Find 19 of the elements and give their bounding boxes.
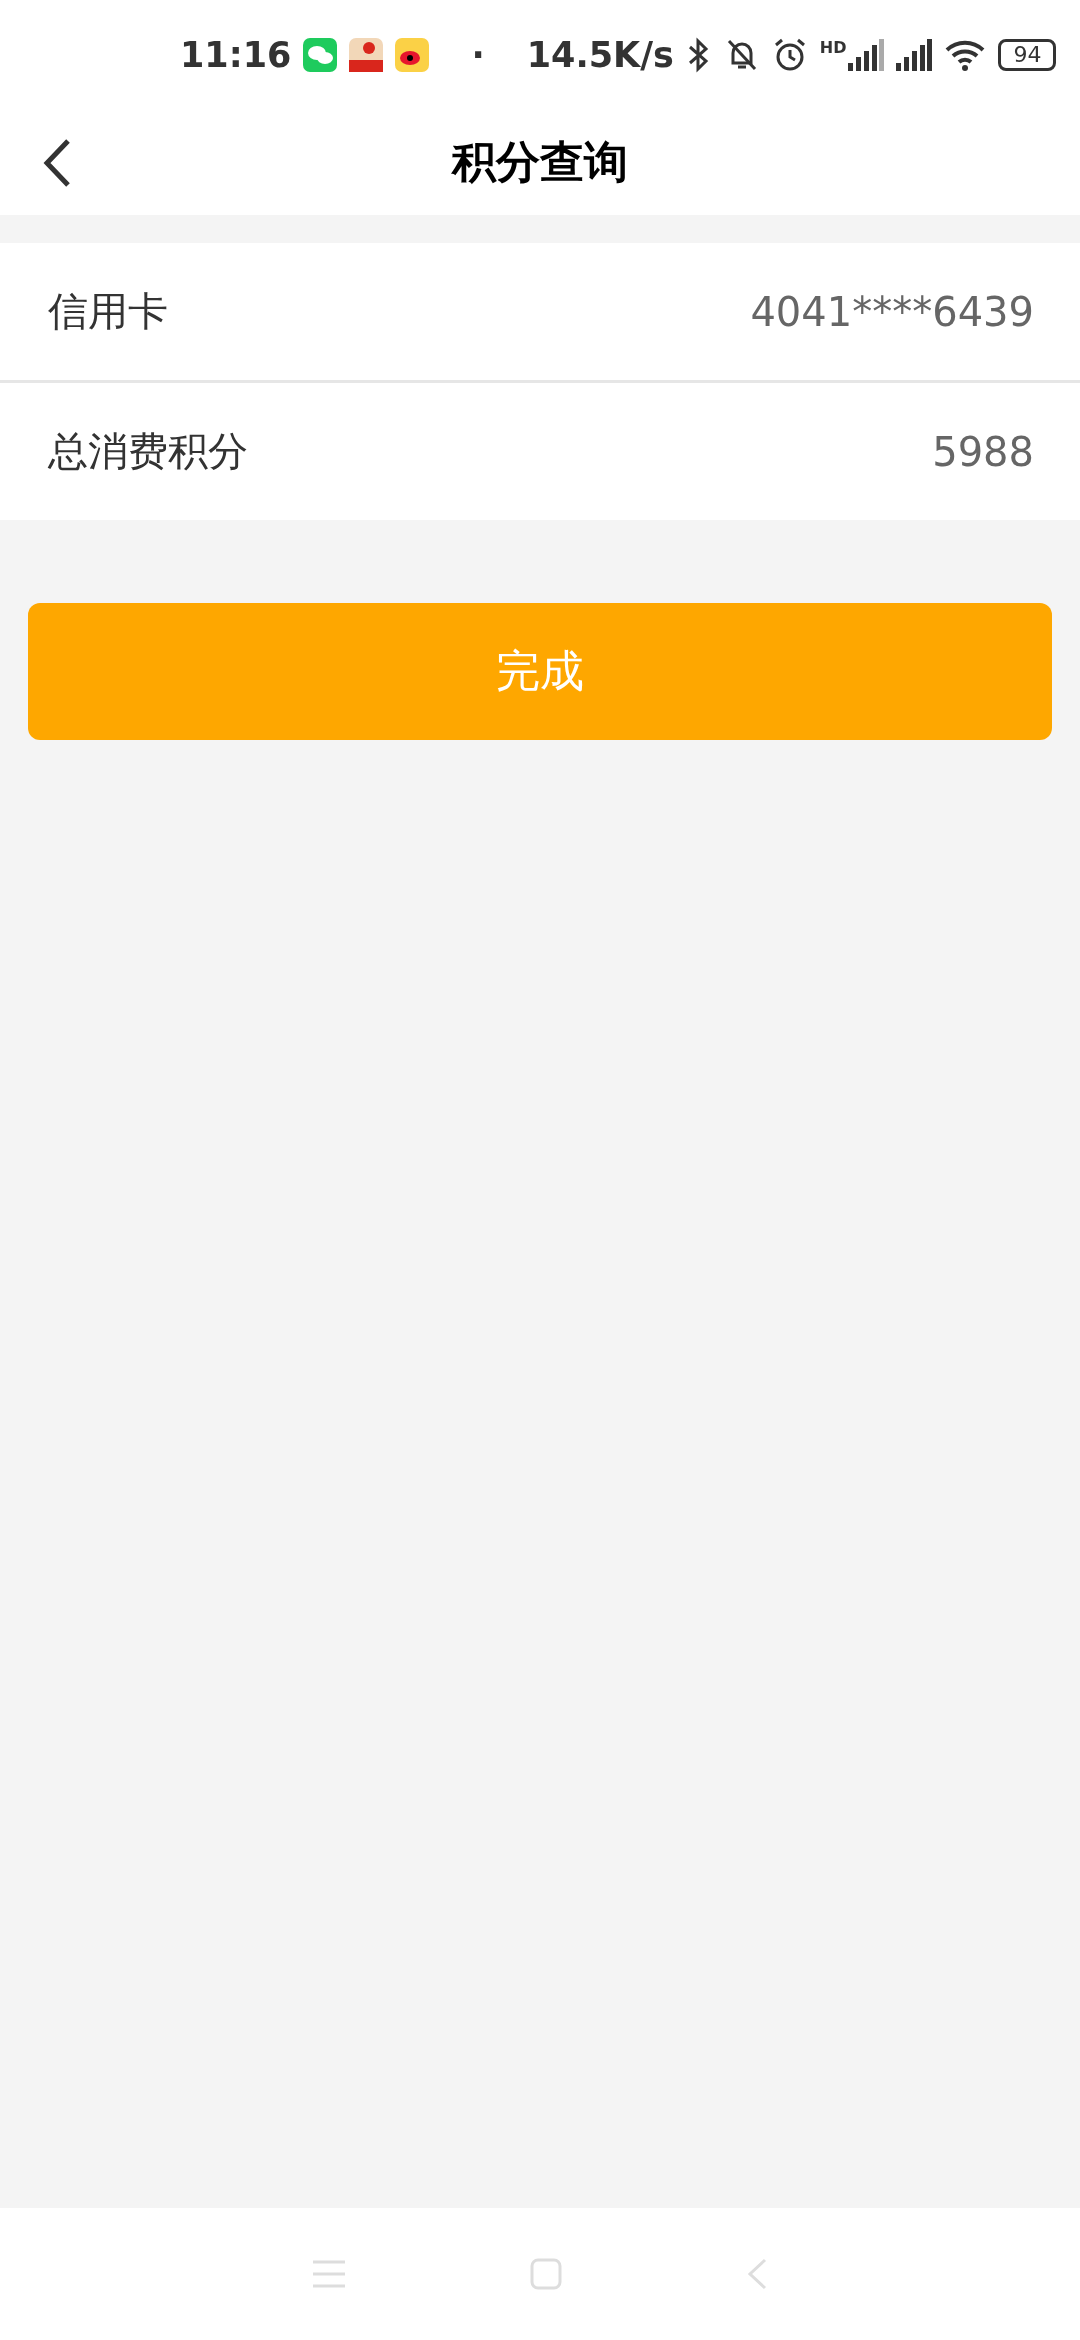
row-label: 信用卡 <box>48 287 168 336</box>
network-speed: 14.5K/s <box>526 35 674 75</box>
status-dot: · <box>471 35 485 75</box>
row-label: 总消费积分 <box>48 427 248 476</box>
home-icon[interactable] <box>530 2258 562 2290</box>
app-icon <box>349 38 384 72</box>
menu-icon[interactable] <box>312 2260 345 2288</box>
row-value: 5988 <box>932 428 1034 475</box>
status-time: 11:16 <box>180 35 292 75</box>
wifi-icon <box>944 39 987 71</box>
done-button[interactable]: 完成 <box>28 603 1052 740</box>
signal-icon <box>896 39 933 71</box>
page-title: 积分查询 <box>452 135 628 189</box>
back-icon[interactable] <box>42 138 72 188</box>
signal-icon <box>848 39 885 71</box>
row-value: 4041****6439 <box>750 288 1034 335</box>
battery-level: 94 <box>998 39 1057 71</box>
chat-app-icon <box>303 38 338 72</box>
hd-label: HD <box>819 38 847 57</box>
